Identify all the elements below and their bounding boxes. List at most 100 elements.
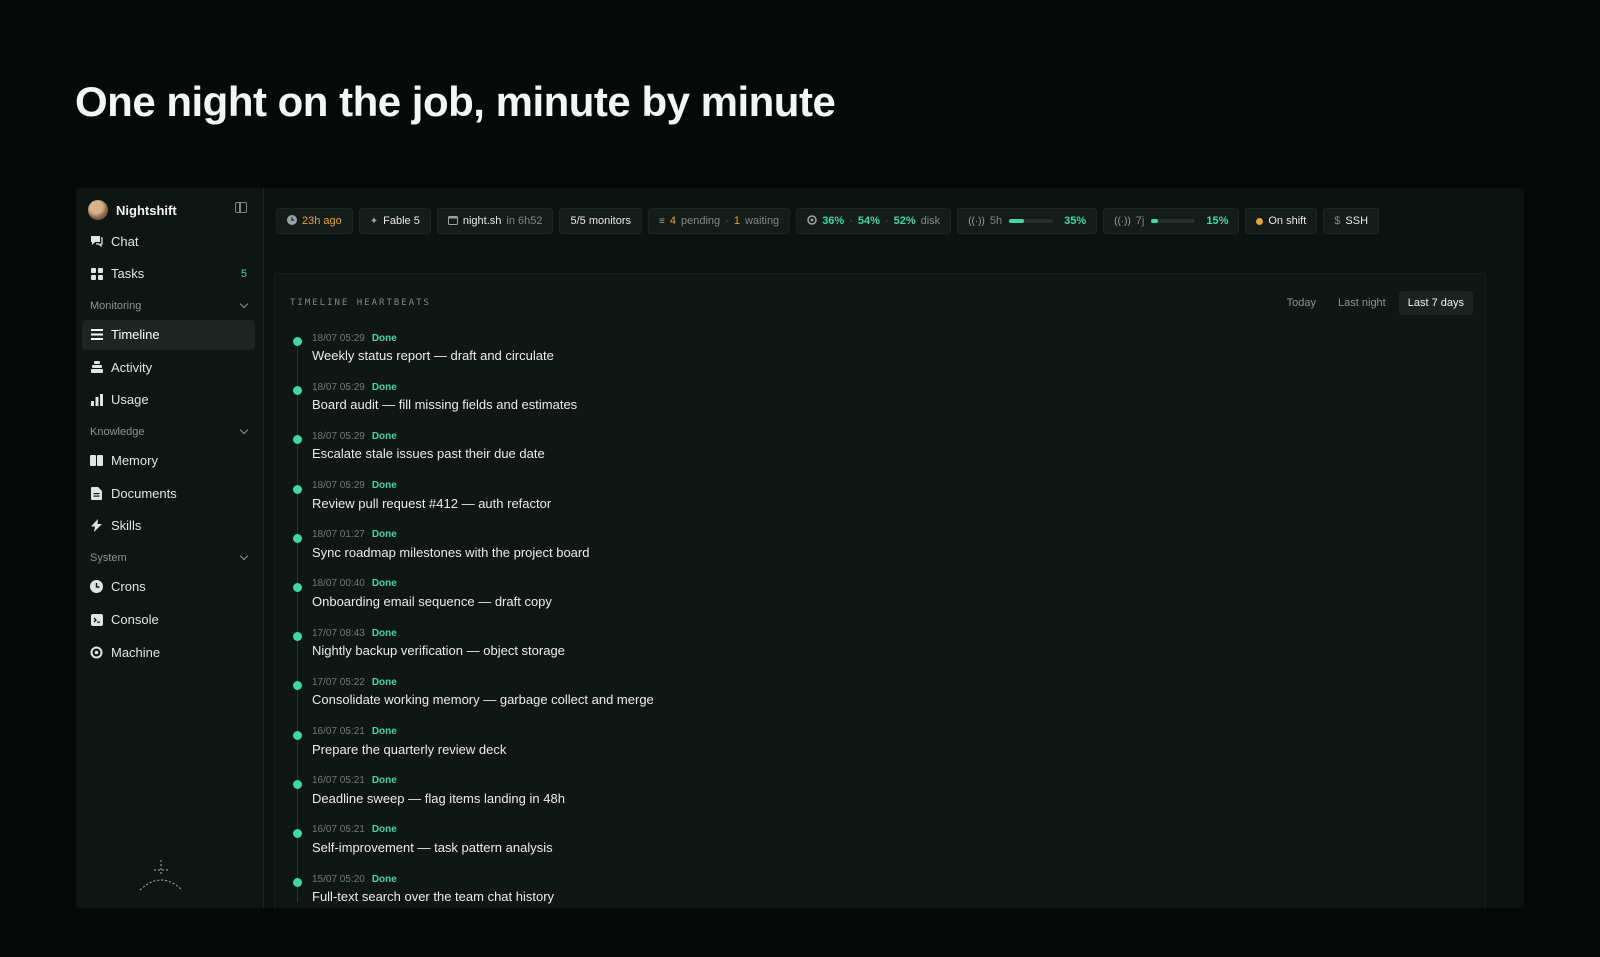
last-seen-value: 23h ago	[302, 215, 342, 227]
status-dot-icon	[293, 435, 302, 445]
entry-time: 18/07 01:27	[312, 529, 365, 541]
quota-7j-value: 15%	[1206, 215, 1229, 227]
cpu-icon	[807, 214, 817, 228]
status-dot-icon	[293, 582, 302, 592]
entry-title: Prepare the quarterly review deck	[312, 741, 507, 757]
entry-meta: 18/07 05:29 Done	[312, 379, 1190, 395]
entry-time: 17/07 05:22	[312, 676, 365, 688]
section-knowledge[interactable]: Knowledge	[82, 419, 255, 446]
entry-status: Done	[371, 480, 397, 492]
signal-icon: ((·))	[968, 215, 985, 227]
entry-time: 18/07 00:40	[312, 578, 365, 590]
sidebar-item-label: Memory	[111, 453, 158, 469]
timeline-entry[interactable]: 18/07 05:29 Done Review pull request #412 …	[290, 478, 1190, 527]
pending-count: 4	[669, 215, 676, 227]
last-seen-pill[interactable]: 23h ago	[276, 208, 353, 234]
range-last-night-button[interactable]: Last night	[1329, 291, 1395, 315]
section-title: Monitoring	[90, 300, 142, 313]
sidebar-item-label: Machine	[111, 644, 161, 660]
pending-label: pending	[680, 215, 721, 227]
range-today-button[interactable]: Today	[1278, 291, 1325, 315]
status-dot-icon	[293, 779, 302, 789]
entry-time: 18/07 05:29	[312, 480, 365, 492]
monitors-pill[interactable]: 5/5 monitors	[559, 208, 643, 234]
timeline-entry[interactable]: 15/07 05:20 Done Full-text search over the…	[290, 871, 1190, 908]
timeline-entry[interactable]: 18/07 01:27 Done Sync roadmap milestones w…	[290, 527, 1190, 576]
sidebar-item-crons[interactable]: Crons	[82, 572, 255, 602]
stack-icon	[90, 361, 103, 374]
section-system[interactable]: System	[82, 545, 255, 572]
timeline-entry[interactable]: 16/07 05:21 Done Prepare the quarterly rev…	[290, 724, 1190, 773]
bolt-icon	[90, 519, 103, 533]
status-dot-icon	[293, 730, 302, 740]
script-pill[interactable]: night.sh in 6h52	[436, 208, 554, 234]
status-dot-icon	[293, 533, 302, 543]
sidebar-collapse-icon[interactable]	[235, 202, 247, 213]
chevron-down-icon	[239, 425, 249, 435]
entry-time: 17/07 08:43	[312, 627, 365, 639]
entry-title: Board audit — fill missing fields and es…	[312, 397, 578, 413]
terminal-prompt-icon: $	[1334, 215, 1341, 227]
entry-time: 16/07 05:21	[312, 824, 365, 836]
list-icon	[90, 328, 103, 341]
timeline-entry[interactable]: 18/07 05:29 Done Weekly status report — dr…	[290, 330, 1190, 379]
waiting-label: waiting	[744, 215, 780, 227]
quota-7j-pill[interactable]: ((·)) 7j 15%	[1103, 208, 1240, 234]
sidebar-item-console[interactable]: Console	[82, 605, 255, 635]
sidebar-item-machine[interactable]: Machine	[82, 637, 255, 667]
entry-meta: 18/07 05:29 Done	[312, 428, 1190, 444]
timeline-entry[interactable]: 18/07 05:29 Done Escalate stale issues pas…	[290, 428, 1190, 477]
entry-meta: 18/07 00:40 Done	[312, 576, 1190, 592]
range-last-7-days-button[interactable]: Last 7 days	[1398, 291, 1473, 315]
sidebar-item-documents[interactable]: Documents	[82, 478, 255, 508]
entry-meta: 17/07 05:22 Done	[312, 674, 1190, 690]
sidebar-item-chat[interactable]: Chat	[82, 226, 255, 256]
shift-status-pill[interactable]: On shift	[1245, 208, 1318, 234]
brand[interactable]: Nightshift	[88, 200, 177, 220]
entry-meta: 16/07 05:21 Done	[312, 822, 1190, 838]
entry-status: Done	[371, 676, 397, 688]
sidebar-item-timeline[interactable]: Timeline	[82, 319, 255, 350]
calendar-icon	[447, 215, 458, 228]
timeline-entry[interactable]: 16/07 05:21 Done Deadline sweep — flag ite…	[290, 773, 1190, 822]
model-pill[interactable]: ✦ Fable 5	[358, 208, 431, 234]
entry-status: Done	[371, 578, 397, 590]
entry-status: Done	[371, 775, 397, 787]
status-dot-icon	[293, 828, 302, 838]
quota-7j-bar	[1151, 219, 1196, 223]
entry-time: 18/07 05:29	[312, 381, 365, 393]
timeline-list: 18/07 05:29 Done Weekly status report — dr…	[290, 330, 1190, 908]
quota-5h-pill[interactable]: ((·)) 5h 35%	[957, 208, 1098, 234]
ssh-button[interactable]: $ SSH	[1323, 208, 1380, 234]
cpu-icon	[90, 646, 103, 659]
entry-title: Onboarding email sequence — draft copy	[312, 593, 552, 609]
terminal-icon	[90, 613, 103, 626]
entry-time: 18/07 05:29	[312, 430, 365, 442]
sidebar-item-label: Console	[111, 612, 159, 628]
sidebar: Nightshift Chat Tasks 5 Monitoring Timel…	[76, 188, 264, 908]
timeline-entry[interactable]: 17/07 05:22 Done Consolidate working memor…	[290, 674, 1190, 723]
disk-label: disk	[920, 215, 941, 227]
timeline-entry[interactable]: 17/07 08:43 Done Nightly backup verificati…	[290, 625, 1190, 674]
sidebar-item-tasks[interactable]: Tasks 5	[82, 259, 255, 289]
timeline-entry[interactable]: 18/07 00:40 Done Onboarding email sequence…	[290, 576, 1190, 625]
clock-icon	[287, 214, 297, 228]
resources-pill[interactable]: 36% · 54% · 52% disk	[796, 208, 952, 234]
section-monitoring[interactable]: Monitoring	[82, 293, 255, 320]
entry-meta: 15/07 05:20 Done	[312, 871, 1190, 887]
sidebar-item-activity[interactable]: Activity	[82, 352, 255, 382]
sidebar-item-memory[interactable]: Memory	[82, 446, 255, 476]
quota-5h-label: 5h	[989, 215, 1003, 227]
entry-status: Done	[371, 430, 397, 442]
ship-illustration-icon	[139, 860, 183, 891]
sidebar-item-skills[interactable]: Skills	[82, 511, 255, 541]
brand-name: Nightshift	[116, 202, 177, 218]
status-dot-icon	[1256, 217, 1264, 225]
queue-pill[interactable]: ≡ 4 pending · 1 waiting	[648, 208, 791, 234]
list-icon: ≡	[659, 215, 665, 227]
timeline-entry[interactable]: 18/07 05:29 Done Board audit — fill missin…	[290, 379, 1190, 428]
sidebar-item-usage[interactable]: Usage	[82, 385, 255, 415]
ssh-label: SSH	[1345, 215, 1369, 227]
timeline-entry[interactable]: 16/07 05:21 Done Self-improvement — task p…	[290, 822, 1190, 871]
quota-5h-bar-fill	[1009, 219, 1025, 223]
